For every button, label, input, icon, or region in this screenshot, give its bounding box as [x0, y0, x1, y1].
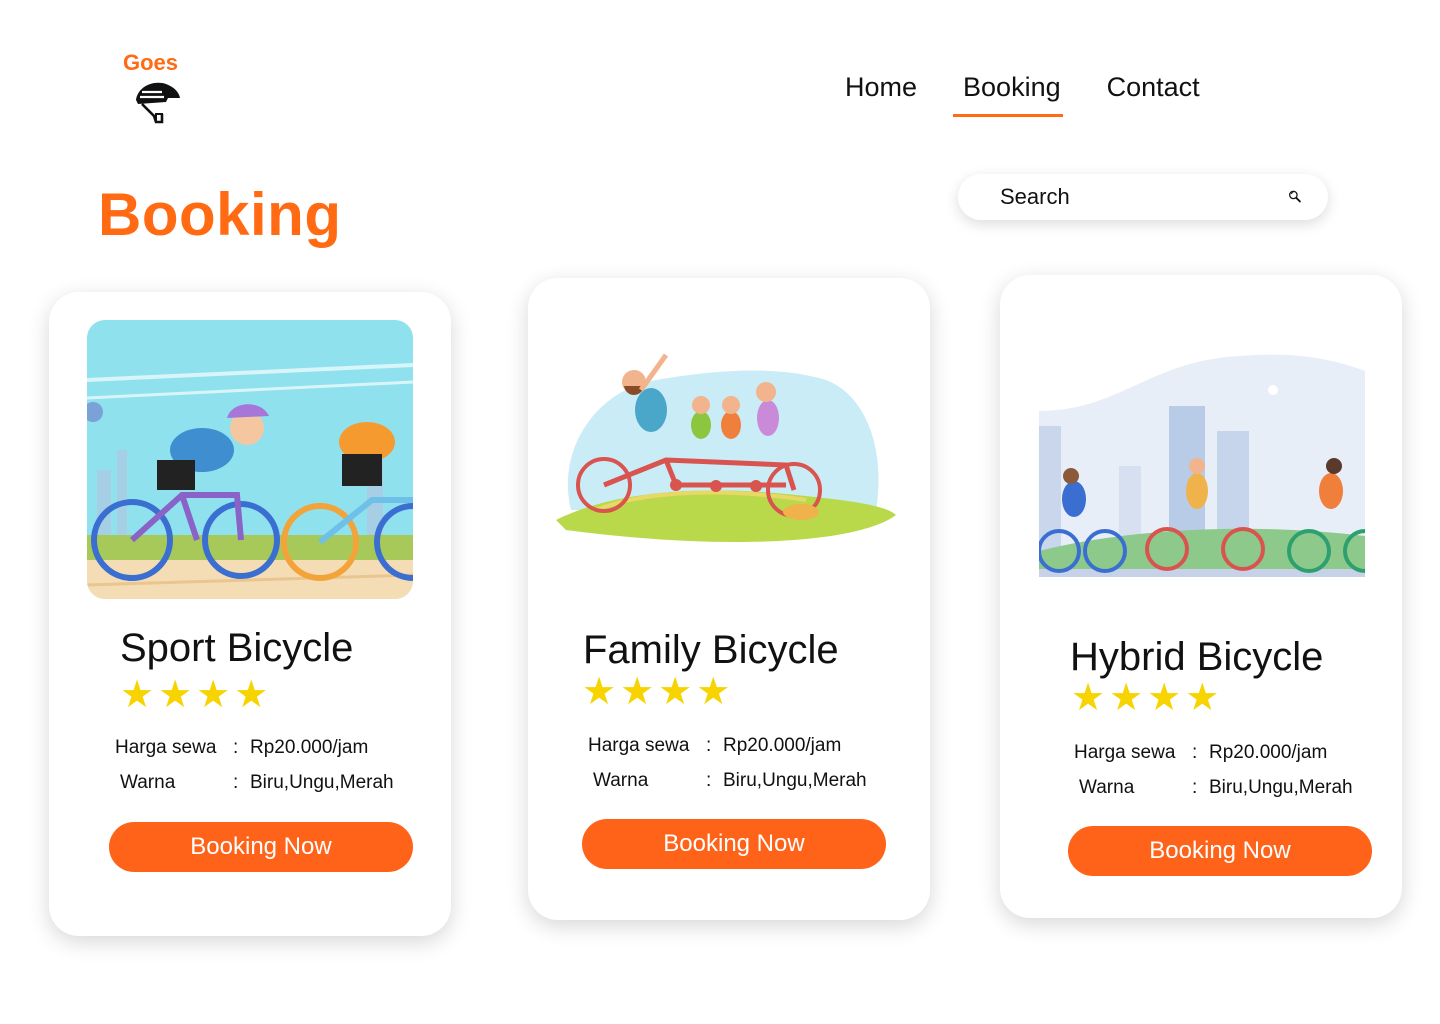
rating-stars: ★ ★ ★ ★ [1071, 678, 1219, 716]
page-title: Booking [98, 181, 342, 248]
brand-logo[interactable]: Goes [118, 50, 198, 130]
search-input[interactable] [1000, 184, 1288, 210]
color-value: Biru,Ungu,Merah [250, 772, 394, 793]
star-icon: ★ [234, 672, 269, 716]
star-icon: ★ [1147, 675, 1182, 719]
card-title: Hybrid Bicycle [1070, 635, 1324, 679]
star-icon: ★ [1109, 675, 1144, 719]
star-icon: ★ [196, 672, 231, 716]
search-icon[interactable] [1288, 180, 1302, 214]
bike-card-sport: Sport Bicycle ★ ★ ★ ★ Harga sewa : Rp20.… [49, 292, 451, 936]
star-icon: ★ [620, 669, 655, 713]
color-value: Biru,Ungu,Merah [723, 770, 867, 791]
family-bicycle-image [556, 350, 902, 555]
color-value: Biru,Ungu,Merah [1209, 777, 1353, 798]
booking-now-button[interactable]: Booking Now [109, 822, 413, 872]
card-title: Sport Bicycle [120, 626, 354, 670]
sport-bicycle-image [87, 320, 413, 599]
separator: : [1192, 742, 1198, 763]
star-icon: ★ [1185, 675, 1220, 719]
rating-stars: ★ ★ ★ ★ [120, 675, 268, 713]
color-label: Warna [593, 770, 649, 791]
card-title: Family Bicycle [583, 628, 839, 672]
price-label: Harga sewa [1074, 742, 1176, 763]
nav-booking[interactable]: Booking [953, 72, 1063, 117]
rating-stars: ★ ★ ★ ★ [582, 672, 730, 710]
separator: : [1192, 777, 1198, 798]
price-value: Rp20.000/jam [723, 735, 842, 756]
booking-now-button[interactable]: Booking Now [582, 819, 886, 869]
nav-home[interactable]: Home [845, 72, 917, 111]
color-label: Warna [1079, 777, 1135, 798]
booking-now-button[interactable]: Booking Now [1068, 826, 1372, 876]
separator: : [233, 772, 239, 793]
price-value: Rp20.000/jam [250, 737, 369, 758]
star-icon: ★ [1071, 675, 1106, 719]
bike-card-hybrid: Hybrid Bicycle ★ ★ ★ ★ Harga sewa : Rp20… [1000, 275, 1402, 918]
brand-name: Goes [123, 50, 179, 75]
star-icon: ★ [158, 672, 193, 716]
separator: : [706, 770, 712, 791]
price-row: Harga sewa : Rp20.000/jam [1074, 742, 1327, 764]
price-label: Harga sewa [115, 737, 217, 758]
price-label: Harga sewa [588, 735, 690, 756]
price-row: Harga sewa : Rp20.000/jam [588, 735, 841, 757]
star-icon: ★ [120, 672, 155, 716]
price-row: Harga sewa : Rp20.000/jam [115, 737, 368, 759]
star-icon: ★ [582, 669, 617, 713]
hybrid-bicycle-image [1039, 351, 1365, 577]
price-value: Rp20.000/jam [1209, 742, 1328, 763]
star-icon: ★ [658, 669, 693, 713]
separator: : [233, 737, 239, 758]
color-row: Warna : Biru,Ungu,Merah [593, 770, 867, 792]
main-nav: Home Booking Contact [845, 72, 1200, 117]
bike-card-family: Family Bicycle ★ ★ ★ ★ Harga sewa : Rp20… [528, 278, 930, 920]
search-bar [958, 174, 1328, 220]
separator: : [706, 735, 712, 756]
helmet-icon [136, 82, 180, 124]
color-row: Warna : Biru,Ungu,Merah [1079, 777, 1353, 799]
color-label: Warna [120, 772, 176, 793]
color-row: Warna : Biru,Ungu,Merah [120, 772, 394, 794]
nav-contact[interactable]: Contact [1107, 72, 1200, 111]
star-icon: ★ [696, 669, 731, 713]
